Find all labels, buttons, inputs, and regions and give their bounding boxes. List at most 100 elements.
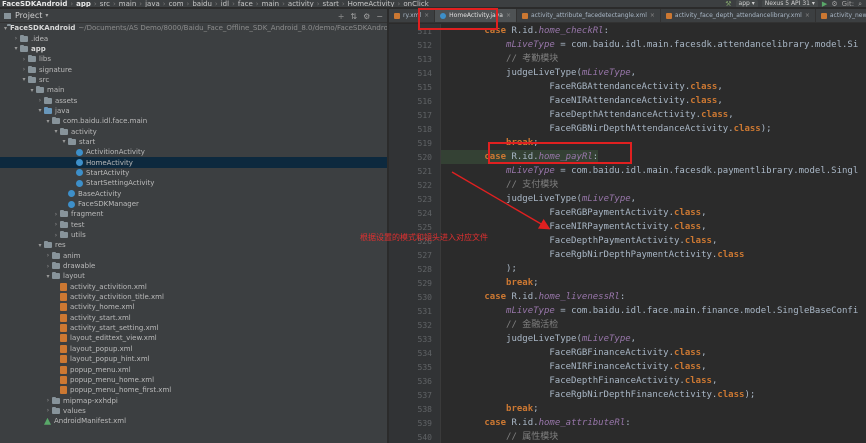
code-area[interactable]: case R.id.home_checkRl: mLiveType = com.… (441, 24, 866, 443)
chevron-right-icon[interactable]: › (20, 56, 28, 63)
tree-item[interactable]: HomeActivity (0, 157, 387, 168)
code-line[interactable]: break; (441, 402, 539, 416)
tree-item[interactable]: layout_popup_hint.xml (0, 354, 387, 364)
tree-item[interactable]: layout_popup.xml (0, 344, 387, 354)
tree-item[interactable]: › drawable (0, 261, 387, 271)
code-line[interactable]: FaceRGBFinanceActivity.class, (441, 346, 706, 360)
search-icon[interactable]: ⌕ (858, 0, 862, 7)
code-line[interactable]: // 考勤模块 (441, 52, 558, 66)
chevron-down-icon[interactable]: ▾ (60, 138, 68, 145)
device-select[interactable]: Nexus 5 API 31 ▾ (761, 0, 818, 7)
chevron-right-icon[interactable]: › (20, 66, 28, 73)
tree-item[interactable]: › fragment (0, 209, 387, 219)
tree-item[interactable]: › utils (0, 230, 387, 240)
breadcrumb-item[interactable]: activity (286, 0, 316, 7)
code-line[interactable]: FaceNIRAttendanceActivity.class, (441, 94, 722, 108)
breadcrumb-item[interactable]: onClick (401, 0, 430, 7)
close-icon[interactable]: × (506, 12, 511, 19)
chevron-down-icon[interactable]: ▾ (20, 76, 28, 83)
tree-item[interactable]: ▾ start (0, 137, 387, 147)
breadcrumb-item[interactable]: main (117, 0, 139, 7)
tree-item[interactable]: › anim (0, 251, 387, 261)
breadcrumb-item[interactable]: HomeActivity (346, 0, 397, 7)
chevron-right-icon[interactable]: › (52, 211, 60, 218)
git-label[interactable]: Git: (842, 0, 854, 7)
code-line[interactable]: judgeLiveType(mLiveType, (441, 192, 636, 206)
tree-item[interactable]: ▾ res (0, 240, 387, 250)
breadcrumb-item[interactable]: baidu (190, 0, 214, 7)
tree-item[interactable]: activity_activition.xml (0, 282, 387, 292)
chevron-right-icon[interactable]: › (44, 407, 52, 414)
tree-item[interactable]: layout_edittext_view.xml (0, 333, 387, 343)
breadcrumb-item[interactable]: java (143, 0, 162, 7)
collapse-icon[interactable]: ⇅ (350, 12, 357, 21)
tree-item[interactable]: ▾ activity (0, 126, 387, 136)
tree-item[interactable]: ▾ app (0, 44, 387, 54)
chevron-right-icon[interactable]: › (52, 232, 60, 239)
code-line[interactable]: judgeLiveType(mLiveType, (441, 66, 636, 80)
chevron-down-icon[interactable]: ▾ (44, 273, 52, 280)
code-line[interactable]: mLiveType = com.baidu.idl.face.main.fina… (441, 304, 858, 318)
tree-item[interactable]: › values (0, 406, 387, 416)
tree-item[interactable]: activity_start.xml (0, 313, 387, 323)
tree-item[interactable]: ▾ src (0, 75, 387, 85)
code-line[interactable]: // 支付模块 (441, 178, 558, 192)
project-panel-title[interactable]: Project (15, 11, 42, 20)
close-icon[interactable]: × (805, 12, 810, 19)
code-line[interactable]: FaceRgbNirDepthFinanceActivity.class); (441, 388, 755, 402)
chevron-right-icon[interactable]: › (36, 97, 44, 104)
code-line[interactable]: FaceRGBAttendanceActivity.class, (441, 80, 722, 94)
chevron-down-icon[interactable]: ▾ (36, 242, 44, 249)
breadcrumb-item[interactable]: start (321, 0, 341, 7)
tree-item[interactable]: popup_menu.xml (0, 364, 387, 374)
tree-item[interactable]: activity_activition_title.xml (0, 292, 387, 302)
code-line[interactable]: FaceRGBNirDepthAttendanceActivity.class)… (441, 122, 771, 136)
run-config-select[interactable]: app ▾ (735, 0, 758, 7)
tree-item[interactable]: BaseActivity (0, 189, 387, 199)
code-line[interactable]: FaceRGBPaymentActivity.class, (441, 206, 706, 220)
tree-item[interactable]: ActivitionActivity (0, 147, 387, 157)
chevron-right-icon[interactable]: › (44, 263, 52, 270)
editor-tab[interactable]: activity_new_registerlibrary.xml× (816, 9, 866, 22)
chevron-right-icon[interactable]: › (44, 252, 52, 259)
chevron-right-icon[interactable]: › (52, 221, 60, 228)
tree-item[interactable]: ▾ layout (0, 271, 387, 281)
breadcrumb-item[interactable]: app (74, 0, 93, 7)
code-line[interactable]: mLiveType = com.baidu.idl.main.facesdk.a… (441, 38, 858, 52)
code-line[interactable]: FaceDepthAttendanceActivity.class, (441, 108, 733, 122)
code-line[interactable]: FaceDepthFinanceActivity.class, (441, 374, 717, 388)
code-line[interactable]: FaceNIRFinanceActivity.class, (441, 360, 706, 374)
tree-item[interactable]: popup_menu_home_first.xml (0, 385, 387, 395)
chevron-right-icon[interactable]: › (12, 35, 20, 42)
tree-item[interactable]: › mipmap-xxhdpi (0, 395, 387, 405)
tree-item[interactable]: ▾ FaceSDKAndroid ~/Documents/AS Demo/8000/… (0, 23, 387, 33)
breadcrumb-item[interactable]: main (260, 0, 282, 7)
editor-tab[interactable]: activity_attribute_facedetectangle.xml × (517, 9, 661, 22)
code-line[interactable]: mLiveType = com.baidu.idl.main.facesdk.p… (441, 164, 858, 178)
chevron-down-icon[interactable]: ▾ (44, 118, 52, 125)
minimize-icon[interactable]: − (376, 12, 383, 21)
tree-item[interactable]: › .idea (0, 33, 387, 43)
tree-item[interactable]: StartActivity (0, 168, 387, 178)
breadcrumb-item[interactable]: FaceSDKAndroid (0, 0, 69, 7)
tree-item[interactable]: AndroidManifest.xml (0, 416, 387, 426)
add-icon[interactable]: ÷ (338, 12, 345, 21)
code-line[interactable]: case R.id.home_livenessRl: (441, 290, 625, 304)
tree-item[interactable]: StartSettingActivity (0, 178, 387, 188)
code-line[interactable]: judgeLiveType(mLiveType, (441, 332, 636, 346)
code-line[interactable]: FaceRgbNirDepthPaymentActivity.class (441, 248, 744, 262)
chevron-down-icon[interactable]: ▾ (45, 12, 48, 19)
tree-item[interactable]: ▾ java (0, 106, 387, 116)
code-line[interactable]: // 属性模块 (441, 430, 558, 443)
chevron-down-icon[interactable]: ▾ (52, 128, 60, 135)
gear-icon[interactable]: ⚙ (363, 12, 370, 21)
code-line[interactable]: // 金融活检 (441, 318, 558, 332)
code-line[interactable]: break; (441, 276, 539, 290)
breadcrumb-item[interactable]: face (236, 0, 255, 7)
code-line[interactable]: case R.id.home_attributeRl: (441, 416, 630, 430)
run-icon[interactable]: ▶ (822, 0, 827, 7)
tree-item[interactable]: › libs (0, 54, 387, 64)
tree-item[interactable]: › test (0, 220, 387, 230)
chevron-down-icon[interactable]: ▾ (36, 107, 44, 114)
close-icon[interactable]: × (650, 12, 655, 19)
